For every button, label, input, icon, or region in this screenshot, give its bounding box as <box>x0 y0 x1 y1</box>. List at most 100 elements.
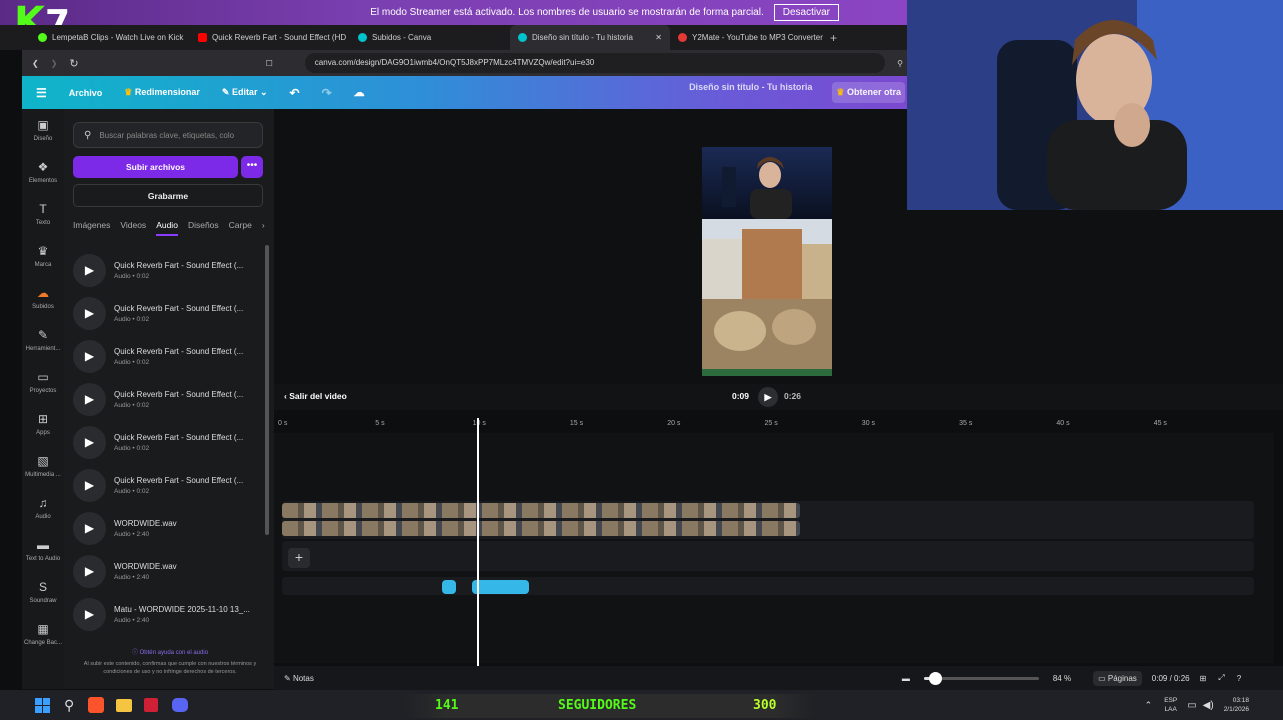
reload-icon[interactable]: ↻ <box>69 57 78 70</box>
rail-item-soundraw[interactable]: S Soundraw <box>22 571 64 613</box>
browser-tab-canva-design[interactable]: Diseño sin título - Tu historia ✕ <box>510 25 670 50</box>
timeline-ruler[interactable]: 0 s 5 s 10 s 15 s 20 s 25 s 30 s 35 s 40 s 45 s <box>274 415 1274 433</box>
chevron-right-icon[interactable]: › <box>262 220 265 236</box>
browser-tab-y2mate[interactable]: Y2Mate - YouTube to MP3 Converter <box>670 25 830 50</box>
tab-designs[interactable]: Diseños <box>188 220 219 236</box>
help-icon[interactable]: ? <box>1237 674 1241 683</box>
audio-list-item[interactable]: ▶ WORDWIDE.wav Audio • 2:40 <box>73 551 263 591</box>
timeline-toggle-icon[interactable]: ▬ <box>902 674 910 683</box>
audio-list-item[interactable]: ▶ WORDWIDE.wav Audio • 2:40 <box>73 508 263 548</box>
playhead[interactable] <box>477 418 479 666</box>
get-more-button[interactable]: ♛ Obtener otra <box>832 82 905 103</box>
file-menu[interactable]: Archivo <box>69 88 103 98</box>
video-clip[interactable] <box>282 521 800 536</box>
bookmark-icon[interactable]: ☐ <box>266 59 273 68</box>
play-icon[interactable]: ▶ <box>73 382 106 416</box>
zoom-slider[interactable] <box>923 671 1039 685</box>
total-time: 0:26 <box>784 391 802 401</box>
play-icon[interactable]: ▶ <box>73 339 106 373</box>
search-input[interactable]: ⚲ Buscar palabras clave, etiquetas, colo <box>73 122 263 148</box>
tab-audio[interactable]: Audio <box>156 220 178 236</box>
windows-start-icon[interactable] <box>35 697 50 713</box>
play-icon[interactable]: ▶ <box>73 468 106 502</box>
close-tab-icon[interactable]: ✕ <box>655 33 662 42</box>
rail-item-design[interactable]: ▣ Diseño <box>22 109 64 151</box>
search-icon[interactable]: ⚲ <box>64 697 74 714</box>
browser-tab-canva-uploads[interactable]: Subidos - Canva <box>350 25 510 50</box>
tab-videos[interactable]: Videos <box>120 220 146 236</box>
rail-item-multimedia[interactable]: ▧ Multimedia ... <box>22 445 64 487</box>
rail-item-projects[interactable]: ▭ Proyectos <box>22 361 64 403</box>
edit-button[interactable]: ✎ Editar ⌄ <box>222 87 268 98</box>
panel-scrollbar[interactable] <box>265 245 269 535</box>
audio-help-link[interactable]: ⓘ Obtén ayuda con el audio <box>70 647 270 656</box>
zoom-slider-knob[interactable] <box>929 671 943 685</box>
fullscreen-icon[interactable]: ⤢ <box>1218 673 1224 683</box>
audio-list-item[interactable]: ▶ Quick Reverb Fart - Sound Effect (... Au… <box>73 422 263 462</box>
audio-list-item[interactable]: ▶ Quick Reverb Fart - Sound Effect (... Au… <box>73 250 263 290</box>
audio-list-item[interactable]: ▶ Quick Reverb Fart - Sound Effect (... Au… <box>73 293 263 333</box>
play-icon[interactable]: ▶ <box>73 253 106 287</box>
rail-item-apps[interactable]: ⊞ Apps <box>22 403 64 445</box>
rail-item-change-background[interactable]: ▦ Change Bac... <box>22 613 64 655</box>
add-track-button[interactable]: + <box>288 548 310 568</box>
grid-view-icon[interactable]: ⊞ <box>1200 674 1207 683</box>
play-icon[interactable]: ▶ <box>73 511 106 545</box>
audio-list-item[interactable]: ▶ Quick Reverb Fart - Sound Effect (... Au… <box>73 379 263 419</box>
tray-chevron-icon[interactable]: ⌃ <box>1145 700 1153 711</box>
play-icon[interactable]: ▶ <box>73 597 106 631</box>
keyboard-language[interactable]: ESP LAA <box>1164 696 1177 714</box>
preview-game-frame[interactable] <box>702 219 832 376</box>
upload-more-button[interactable]: ••• <box>241 156 263 178</box>
rail-item-text-to-audio[interactable]: ▬ Text to Audio <box>22 529 64 571</box>
address-bar: ❮ ❯ ↻ ☐ canva.com/design/DAG9O1iwmb4/OnQ… <box>22 50 907 76</box>
rail-item-brand[interactable]: ♛ Marca <box>22 235 64 277</box>
undo-icon[interactable]: ↶ <box>290 86 300 100</box>
file-explorer-icon[interactable] <box>116 698 133 712</box>
zoom-icon[interactable]: ⚲ <box>897 59 907 68</box>
notes-button[interactable]: ✎ Notas <box>284 674 314 683</box>
tab-images[interactable]: Imágenes <box>73 220 110 236</box>
preview-webcam-frame[interactable] <box>702 147 832 219</box>
audio-list-item[interactable]: ▶ Matu - WORDWIDE 2025-11-10 13_... Audio … <box>73 594 263 634</box>
pages-button[interactable]: ▭ Páginas <box>1093 670 1142 686</box>
zoom-level[interactable]: 84 % <box>1053 674 1071 683</box>
record-yourself-button[interactable]: Grabarme <box>73 184 263 207</box>
new-tab-icon[interactable]: + <box>830 31 837 45</box>
url-input[interactable]: canva.com/design/DAG9O1iwmb4/OnQT5J8xPP7… <box>304 53 886 73</box>
audio-clip[interactable] <box>442 580 456 594</box>
play-icon[interactable]: ▶ <box>73 296 106 330</box>
volume-icon[interactable]: ◀) <box>1203 700 1214 711</box>
app-icon[interactable] <box>144 698 159 712</box>
clock[interactable]: 03:18 2/1/2026 <box>1224 696 1249 714</box>
video-clip[interactable] <box>282 503 800 518</box>
audio-list-item[interactable]: ▶ Quick Reverb Fart - Sound Effect (... Au… <box>73 336 263 376</box>
forward-icon[interactable]: ❯ <box>51 59 58 68</box>
rail-item-uploads[interactable]: ☁ Subidos <box>22 277 64 319</box>
deactivate-button[interactable]: Desactivar <box>773 4 839 21</box>
exit-video-button[interactable]: ‹ Salir del video <box>284 391 347 401</box>
cloud-save-icon[interactable]: ☁ <box>354 86 365 99</box>
network-icon[interactable]: ▭ <box>1187 700 1196 711</box>
rail-item-elements[interactable]: ❖ Elementos <box>22 151 64 193</box>
brave-icon[interactable] <box>88 697 105 713</box>
browser-tab-youtube[interactable]: Quick Reverb Fart - Sound Effect (HD <box>190 25 350 50</box>
document-title[interactable]: Diseño sin título - Tu historia <box>689 82 812 103</box>
audio-list-item[interactable]: ▶ Quick Reverb Fart - Sound Effect (... Au… <box>73 465 263 505</box>
audio-clip[interactable] <box>472 580 529 594</box>
play-button[interactable]: ▶ <box>758 387 778 407</box>
resize-button[interactable]: ♛ Redimensionar <box>124 87 200 98</box>
upload-files-button[interactable]: Subir archivos <box>73 156 238 178</box>
rail-item-audio[interactable]: ♫ Audio <box>22 487 64 529</box>
play-icon[interactable]: ▶ <box>73 425 106 459</box>
rail-item-text[interactable]: T Texto <box>22 193 64 235</box>
back-icon[interactable]: ❮ <box>32 59 39 68</box>
browser-tab-kick[interactable]: LempetaB Clips - Watch Live on Kick <box>30 25 190 50</box>
discord-icon[interactable] <box>172 698 189 712</box>
tab-folders[interactable]: Carpe <box>229 220 252 236</box>
rail-item-tools[interactable]: ✎ Herramient... <box>22 319 64 361</box>
redo-icon[interactable]: ↷ <box>322 86 332 100</box>
play-icon[interactable]: ▶ <box>73 554 106 588</box>
ruler-tick-label: 35 s <box>959 420 973 427</box>
menu-icon[interactable]: ☰ <box>36 86 47 100</box>
